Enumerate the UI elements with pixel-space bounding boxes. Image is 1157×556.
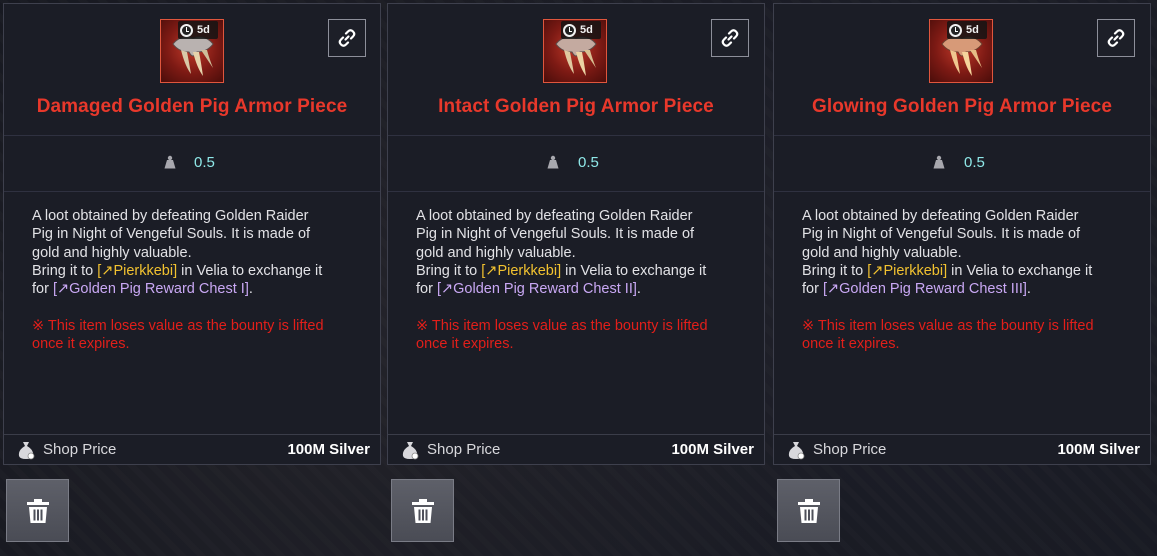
weight-value: 0.5	[194, 154, 215, 171]
expiry-warning: ※ This item loses value as the bounty is…	[802, 317, 1142, 354]
reward-link[interactable]: [↗Golden Pig Reward Chest III]	[823, 281, 1027, 297]
item-tooltip-card: 5d Glowing Golden Pig Armor Piece 0.5 A …	[773, 3, 1151, 465]
shop-price-row: Shop Price 100M Silver	[774, 434, 1150, 464]
desc-line: Pig in Night of Vengeful Souls. It is ma…	[32, 226, 311, 243]
clock-icon	[563, 23, 576, 37]
desc-line: Bring it to [↗Pierkkebi] in Velia to exc…	[416, 262, 756, 280]
golden-pig-armor-piece-icon[interactable]: 5d	[543, 19, 607, 83]
npc-link-pierkkebi[interactable]: [↗Pierkkebi]	[97, 263, 177, 279]
reward-link[interactable]: [↗Golden Pig Reward Chest II]	[437, 281, 637, 297]
link-icon	[721, 29, 739, 47]
expiry-warning: ※ This item loses value as the bounty is…	[32, 317, 372, 354]
item-description: A loot obtained by defeating Golden Raid…	[802, 207, 1142, 298]
link-button[interactable]	[1097, 19, 1135, 57]
warning-line: once it expires.	[416, 336, 514, 353]
golden-pig-armor-piece-icon[interactable]: 5d	[160, 19, 224, 83]
weight-value: 0.5	[964, 154, 985, 171]
desc-line: Pig in Night of Vengeful Souls. It is ma…	[416, 226, 695, 243]
desc-line: gold and highly valuable.	[802, 244, 962, 261]
item-title: Intact Golden Pig Armor Piece	[438, 96, 714, 117]
shop-price-value: 100M Silver	[1057, 441, 1140, 458]
warning-line: ※ This item loses value as the bounty is…	[32, 318, 324, 334]
silver-bag-icon	[788, 442, 805, 460]
desc-text: for	[416, 281, 437, 298]
warning-line: ※ This item loses value as the bounty is…	[416, 318, 708, 334]
desc-line: gold and highly valuable.	[32, 244, 192, 261]
desc-text: in Velia to exchange it	[561, 262, 707, 279]
shop-price-row: Shop Price 100M Silver	[388, 434, 764, 464]
desc-text: Bring it to	[416, 262, 482, 279]
shop-price-label: Shop Price	[427, 441, 501, 458]
item-description: A loot obtained by defeating Golden Raid…	[416, 207, 756, 298]
delete-item-button[interactable]	[391, 479, 454, 542]
desc-line: Bring it to [↗Pierkkebi] in Velia to exc…	[802, 262, 1142, 280]
weight-row: 0.5	[388, 137, 764, 192]
shop-price-label: Shop Price	[43, 441, 117, 458]
desc-text: in Velia to exchange it	[177, 262, 323, 279]
trash-icon	[797, 498, 820, 523]
desc-text: for	[802, 281, 823, 298]
warning-line: ※ This item loses value as the bounty is…	[802, 318, 1094, 334]
clock-icon	[180, 23, 193, 37]
desc-line: A loot obtained by defeating Golden Raid…	[32, 208, 309, 224]
silver-bag-icon	[18, 442, 35, 460]
desc-line: gold and highly valuable.	[416, 244, 576, 261]
expiry-timer: 5d	[178, 21, 218, 39]
desc-line: for [↗Golden Pig Reward Chest I].	[32, 280, 372, 298]
tooltip-header: 5d Intact Golden Pig Armor Piece	[388, 4, 764, 136]
timer-value: 5d	[580, 24, 593, 36]
reward-link[interactable]: [↗Golden Pig Reward Chest I]	[53, 281, 249, 297]
link-icon	[1107, 29, 1125, 47]
desc-text: .	[1026, 281, 1031, 298]
expiry-timer: 5d	[561, 21, 601, 39]
expiry-timer: 5d	[947, 21, 987, 39]
tooltip-header: 5d Glowing Golden Pig Armor Piece	[774, 4, 1150, 136]
desc-line: Pig in Night of Vengeful Souls. It is ma…	[802, 226, 1081, 243]
weight-icon	[164, 155, 176, 169]
timer-value: 5d	[966, 24, 979, 36]
shop-price-label: Shop Price	[813, 441, 887, 458]
link-icon	[338, 29, 356, 47]
desc-line: A loot obtained by defeating Golden Raid…	[802, 208, 1079, 224]
item-title: Glowing Golden Pig Armor Piece	[811, 96, 1112, 117]
link-button[interactable]	[328, 19, 366, 57]
desc-line: Bring it to [↗Pierkkebi] in Velia to exc…	[32, 262, 372, 280]
desc-line: for [↗Golden Pig Reward Chest III].	[802, 280, 1142, 298]
trash-icon	[26, 498, 49, 523]
shop-price-value: 100M Silver	[671, 441, 754, 458]
delete-item-button[interactable]	[6, 479, 69, 542]
weight-icon	[547, 155, 559, 169]
weight-row: 0.5	[4, 137, 380, 192]
timer-value: 5d	[197, 24, 210, 36]
tooltip-header: 5d Damaged Golden Pig Armor Piece	[4, 4, 380, 136]
delete-item-button[interactable]	[777, 479, 840, 542]
warning-line: once it expires.	[32, 336, 130, 353]
warning-line: once it expires.	[802, 336, 900, 353]
link-button[interactable]	[711, 19, 749, 57]
weight-value: 0.5	[578, 154, 599, 171]
clock-icon	[949, 23, 962, 37]
weight-row: 0.5	[774, 137, 1150, 192]
desc-text: Bring it to	[802, 262, 868, 279]
desc-text: in Velia to exchange it	[947, 262, 1093, 279]
golden-pig-armor-piece-icon[interactable]: 5d	[929, 19, 993, 83]
desc-text: Bring it to	[32, 262, 98, 279]
desc-text: .	[248, 281, 253, 298]
item-title: Damaged Golden Pig Armor Piece	[36, 96, 348, 117]
shop-price-value: 100M Silver	[287, 441, 370, 458]
silver-bag-icon	[402, 442, 419, 460]
npc-link-pierkkebi[interactable]: [↗Pierkkebi]	[481, 263, 561, 279]
item-description: A loot obtained by defeating Golden Raid…	[32, 207, 372, 298]
weight-icon	[933, 155, 945, 169]
desc-line: for [↗Golden Pig Reward Chest II].	[416, 280, 756, 298]
item-tooltip-card: 5d Damaged Golden Pig Armor Piece 0.5 A …	[3, 3, 381, 465]
trash-icon	[411, 498, 434, 523]
npc-link-pierkkebi[interactable]: [↗Pierkkebi]	[867, 263, 947, 279]
expiry-warning: ※ This item loses value as the bounty is…	[416, 317, 756, 354]
item-tooltip-card: 5d Intact Golden Pig Armor Piece 0.5 A l…	[387, 3, 765, 465]
shop-price-row: Shop Price 100M Silver	[4, 434, 380, 464]
desc-text: .	[636, 281, 641, 298]
desc-line: A loot obtained by defeating Golden Raid…	[416, 208, 693, 224]
desc-text: for	[32, 281, 53, 298]
